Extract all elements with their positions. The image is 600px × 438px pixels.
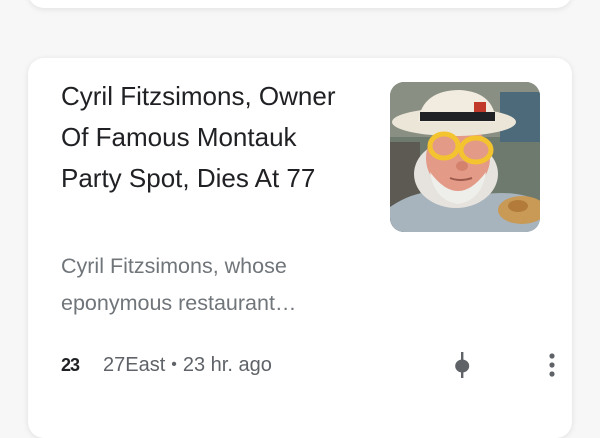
publish-time: 23 hr. ago xyxy=(182,353,272,376)
source-name[interactable]: 27East xyxy=(103,354,165,377)
more-options-button[interactable] xyxy=(535,348,569,382)
article-footer: 23 27East • 23 hr. ago xyxy=(61,348,555,382)
previous-card[interactable] xyxy=(28,0,572,8)
article-thumbnail[interactable] xyxy=(390,82,540,232)
share-button[interactable] xyxy=(445,348,479,382)
more-vert-icon xyxy=(549,353,555,377)
article-snippet: Cyril Fitzsimons, whose eponymous restau… xyxy=(61,254,297,315)
share-icon xyxy=(455,352,470,378)
source-logo: 23 xyxy=(61,354,80,375)
separator-dot: • xyxy=(171,356,177,373)
news-article-card[interactable]: Cyril Fitzsimons, Owner Of Famous Montau… xyxy=(28,58,572,438)
article-headline[interactable]: Cyril Fitzsimons, Owner Of Famous Montau… xyxy=(61,76,351,199)
